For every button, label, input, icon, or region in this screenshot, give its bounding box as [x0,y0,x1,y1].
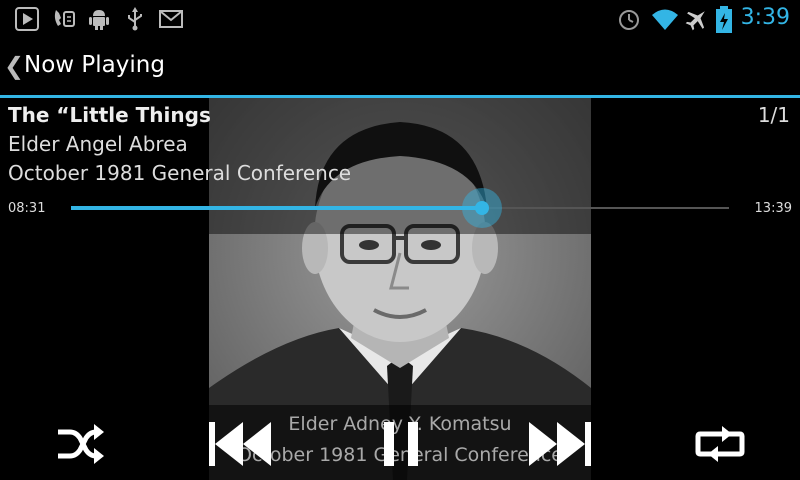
usb-icon [128,7,142,31]
play-store-icon [15,7,39,31]
airplane-mode-icon [685,11,705,31]
track-artist: Elder Angel Abrea [8,132,188,156]
gmail-icon [159,10,183,28]
shuffle-icon[interactable] [56,424,104,464]
wifi-icon [652,9,678,30]
next-icon[interactable] [529,420,591,468]
elapsed-time: 08:31 [8,201,46,216]
seek-thumb[interactable] [474,201,489,215]
track-position: 1/1 [757,103,790,127]
clock: 3:39 [740,5,790,30]
total-time: 13:39 [754,201,792,216]
voicemail-icon [54,10,75,27]
track-title: The “Little Things [8,103,211,127]
back-icon[interactable]: ❮ [4,54,24,78]
android-debug-icon [89,10,109,30]
repeat-icon[interactable] [694,424,746,464]
track-album: October 1981 General Conference [8,161,352,185]
seek-bar-progress [71,206,482,210]
pause-icon[interactable] [382,420,420,468]
battery-charging-icon [716,6,732,33]
status-bar: 3:39 [0,0,800,38]
action-bar: ❮ Now Playing [0,38,800,95]
alarm-icon [619,10,639,30]
page-title[interactable]: Now Playing [24,52,165,78]
previous-icon[interactable] [209,420,271,468]
